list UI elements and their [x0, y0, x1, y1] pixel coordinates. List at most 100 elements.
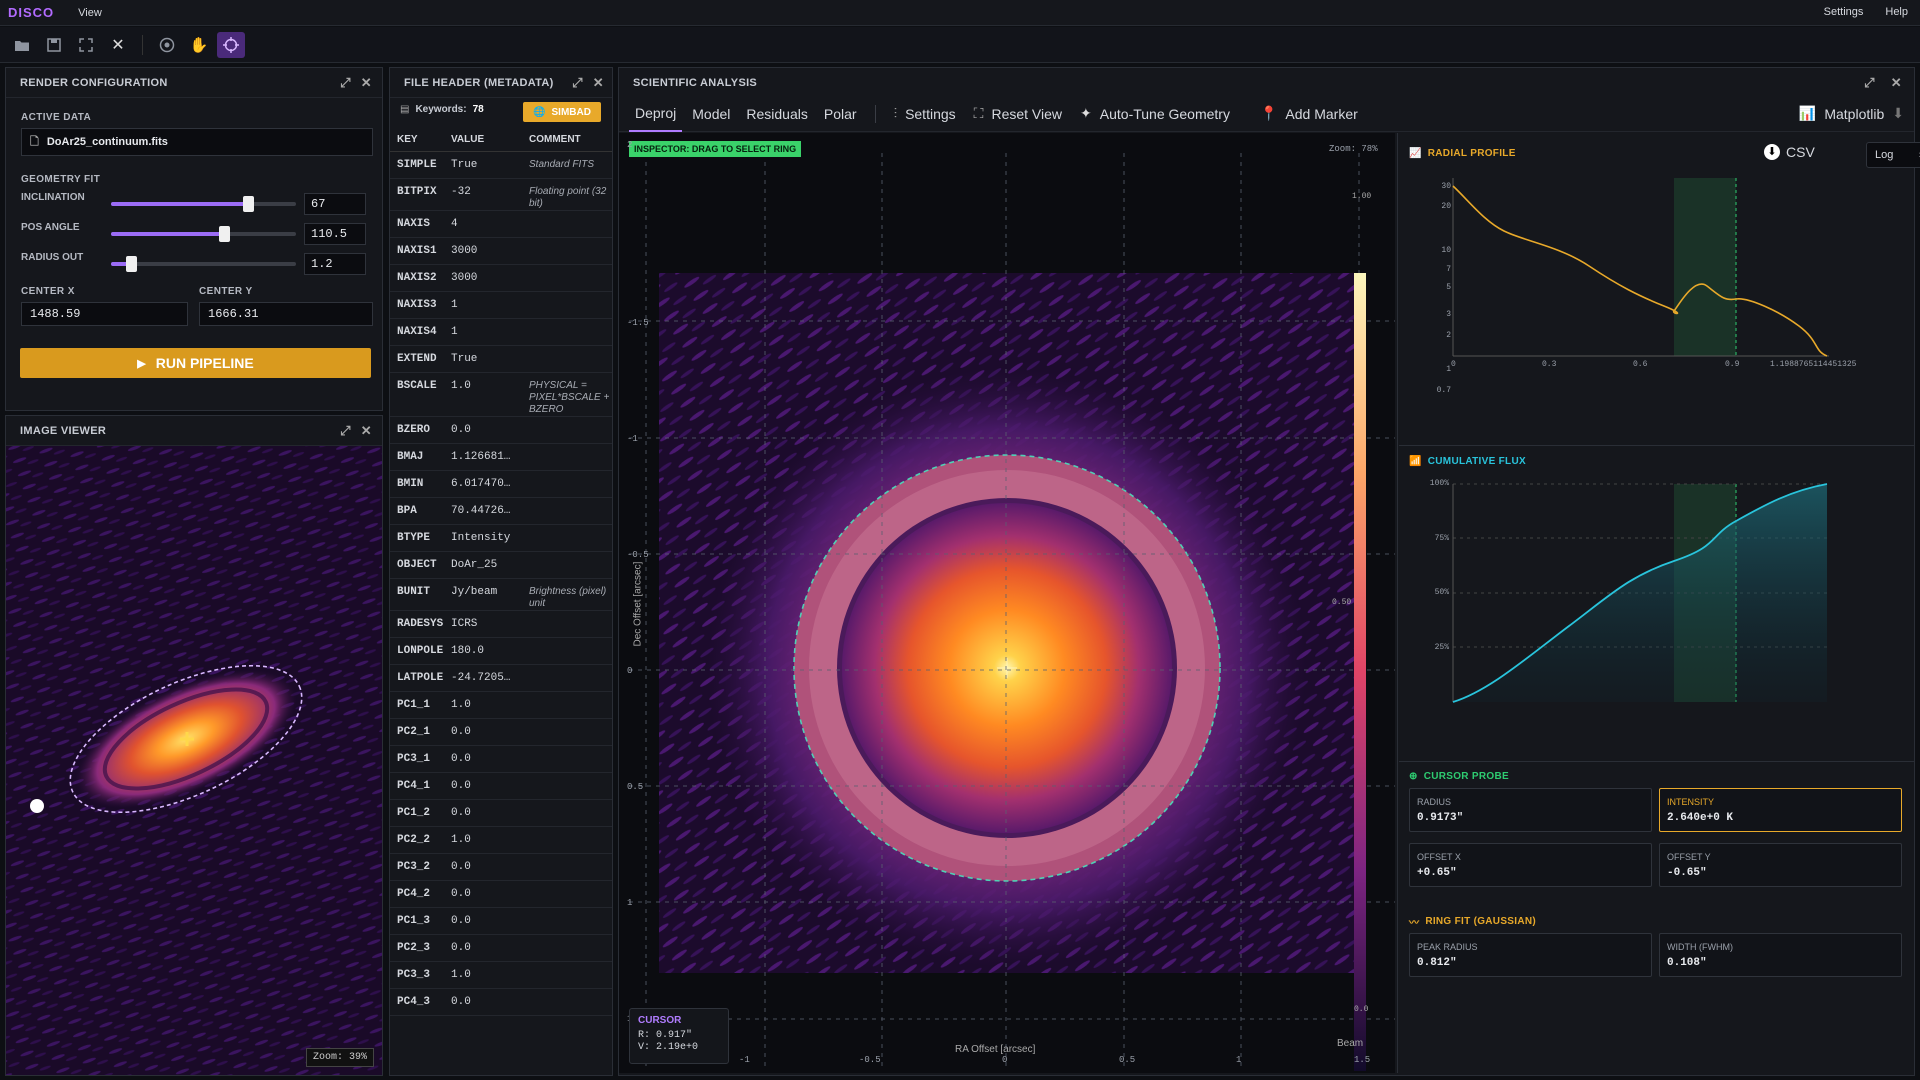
tab-polar[interactable]: Polar: [818, 96, 863, 132]
run-pipeline-button[interactable]: ▶ RUN PIPELINE: [20, 348, 371, 378]
matplotlib-tool[interactable]: 📊 Matplotlib ⬇: [1799, 105, 1904, 122]
x-tick-label: 1: [1236, 1055, 1242, 1065]
close-icon[interactable]: ✕: [361, 423, 372, 439]
close-icon[interactable]: ✕: [361, 75, 372, 91]
disk-image-canvas[interactable]: [6, 446, 382, 1075]
pos-angle-knob[interactable]: [218, 226, 230, 242]
row-comment: PHYSICAL = PIXEL*BSCALE + BZERO: [529, 380, 610, 415]
pos-angle-slider[interactable]: [111, 226, 296, 242]
open-folder-icon[interactable]: [8, 32, 36, 58]
close-icon[interactable]: ✕: [593, 75, 604, 91]
radius-out-slider[interactable]: [111, 256, 296, 272]
x-tick-label: 1.5: [1354, 1055, 1371, 1065]
x-axis-label: RA Offset [arcsec]: [955, 1044, 1036, 1055]
crosshair-select-icon[interactable]: [217, 31, 245, 58]
download-icon[interactable]: ⬇: [1892, 105, 1904, 122]
row-value: DoAr_25: [451, 559, 498, 571]
fullscreen-icon[interactable]: [72, 32, 100, 58]
close-icon[interactable]: ✕: [1891, 75, 1902, 91]
inclination-input[interactable]: 67: [304, 193, 366, 215]
table-row: PC1_2 0.0: [390, 800, 612, 827]
simbad-button[interactable]: 🌐 SIMBAD: [523, 102, 601, 122]
pan-hand-icon[interactable]: ✋: [185, 32, 213, 58]
row-key: BMAJ: [397, 451, 424, 463]
download-circle-icon: ⬇: [1764, 144, 1780, 160]
active-file-field[interactable]: 🗋 DoAr25_continuum.fits: [21, 128, 373, 156]
inclination-row: INCLINATION 67: [21, 190, 366, 218]
inclination-slider[interactable]: [111, 196, 296, 212]
y-tick-label: 1: [627, 898, 633, 908]
inclination-knob[interactable]: [242, 196, 254, 212]
expand-icon[interactable]: ⤢: [340, 423, 351, 439]
pulse-icon: 〰: [1409, 918, 1420, 929]
table-row: PC4_3 0.0: [390, 989, 612, 1016]
cumulative-y-tick: 100%: [1429, 479, 1449, 488]
radial-y-tick: 30: [1441, 182, 1451, 191]
file-icon: 🗋: [30, 135, 39, 148]
reset-view-tool[interactable]: ⛶ Reset View: [974, 105, 1062, 122]
row-key: PC1_1: [397, 699, 431, 711]
plot-zoom: Zoom: 78%: [1329, 144, 1378, 154]
probe-intensity-label: INTENSITY: [1667, 797, 1715, 807]
row-key: PC4_1: [397, 780, 431, 792]
pos-angle-input[interactable]: 110.5: [304, 223, 366, 245]
autotune-tool[interactable]: ✦ Auto-Tune Geometry: [1080, 105, 1230, 122]
target-icon[interactable]: [153, 32, 181, 58]
row-key: LONPOLE: [397, 645, 444, 657]
image-viewer-panel: IMAGE VIEWER ⤢ ✕ Zoom: 39%: [5, 415, 383, 1076]
cursor-r: R: 0.917": [638, 1030, 693, 1041]
row-value: 0.0: [451, 861, 471, 873]
cursor-title: CURSOR: [638, 1015, 682, 1026]
radius-out-knob[interactable]: [126, 256, 138, 272]
expand-icon[interactable]: ⤢: [572, 75, 583, 91]
panel-title: SCIENTIFIC ANALYSIS: [633, 77, 758, 89]
table-row: PC4_2 0.0: [390, 881, 612, 908]
row-value: 0.0: [451, 424, 471, 436]
keywords-count: 78: [472, 104, 484, 115]
header-table: KEY VALUE COMMENT SIMPLE True Standard FIT…: [390, 128, 612, 1016]
cbar-tick-bottom: 0.0: [1354, 1005, 1369, 1014]
autotune-label: Auto-Tune Geometry: [1099, 105, 1230, 122]
deprojected-image-plot[interactable]: [619, 133, 1395, 1073]
save-icon[interactable]: [40, 32, 68, 58]
row-key: BTYPE: [397, 532, 431, 544]
center-y-label: CENTER Y: [199, 286, 253, 297]
radial-profile-chart: [1452, 178, 1829, 357]
table-row: NAXIS2 3000: [390, 265, 612, 292]
scale-select[interactable]: Log ⇕: [1866, 142, 1920, 168]
radial-y-tick: 5: [1446, 283, 1451, 292]
cbar-tick-mid: 0.50: [1332, 598, 1352, 607]
render-config-header: RENDER CONFIGURATION ⤢ ✕: [6, 68, 382, 98]
menu-help[interactable]: Help: [1885, 6, 1908, 18]
close-icon[interactable]: ✕: [104, 32, 132, 58]
inclination-label: INCLINATION: [21, 191, 85, 203]
center-y-input[interactable]: 1666.31: [199, 302, 373, 326]
tab-deproj[interactable]: Deproj: [629, 96, 683, 132]
table-row: NAXIS4 1: [390, 319, 612, 346]
cumulative-y-tick: 25%: [1434, 643, 1449, 652]
tab-model[interactable]: Model: [686, 96, 736, 132]
radial-x-tick: 0.9: [1725, 360, 1740, 369]
keywords-label: Keywords:: [415, 104, 467, 115]
cumulative-y-tick: 75%: [1434, 534, 1449, 543]
expand-icon[interactable]: ⤢: [340, 75, 351, 91]
csv-button[interactable]: ⬇ CSV: [1764, 144, 1815, 160]
radius-out-input[interactable]: 1.2: [304, 253, 366, 275]
probe-offx-label: OFFSET X: [1417, 852, 1461, 862]
ring-peak-radius: PEAK RADIUS 0.812": [1409, 933, 1652, 977]
col-value: VALUE: [451, 134, 485, 145]
expand-icon[interactable]: ⤢: [1864, 75, 1875, 91]
center-x-input[interactable]: 1488.59: [21, 302, 188, 326]
menu-view[interactable]: View: [78, 7, 102, 19]
row-key: PC3_1: [397, 753, 431, 765]
radial-y-tick: 3: [1446, 310, 1451, 319]
table-row: RADESYS ICRS: [390, 611, 612, 638]
row-value: 0.0: [451, 807, 471, 819]
row-key: NAXIS1: [397, 245, 437, 257]
x-tick-label: -0.5: [859, 1055, 881, 1065]
add-marker-tool[interactable]: 📍 Add Marker: [1260, 105, 1358, 122]
settings-tool[interactable]: ⫶ Settings: [894, 105, 956, 122]
y-tick-label: 0: [627, 666, 633, 676]
tab-residuals[interactable]: Residuals: [740, 96, 813, 132]
menu-settings[interactable]: Settings: [1824, 6, 1864, 18]
